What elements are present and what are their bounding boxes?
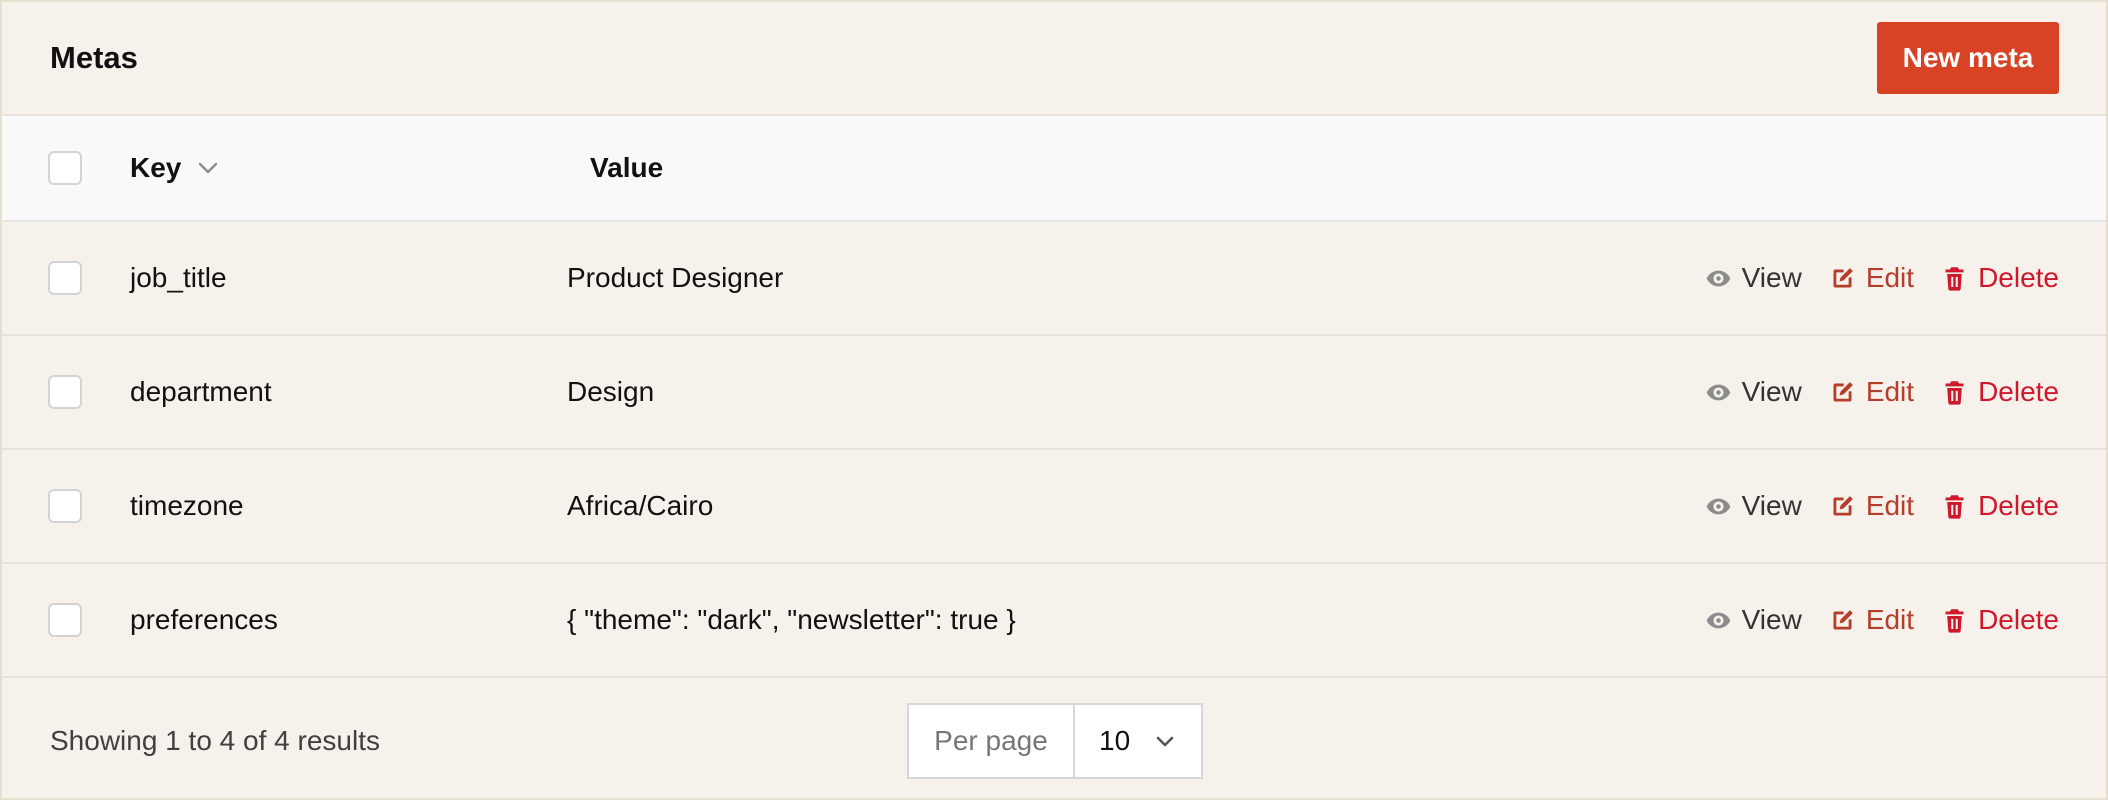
- trash-icon: [1945, 380, 1964, 405]
- edit-action[interactable]: Edit: [1829, 490, 1914, 522]
- row-value: Africa/Cairo: [567, 490, 714, 521]
- row-key: timezone: [130, 490, 244, 521]
- row-key: preferences: [130, 604, 278, 635]
- delete-action[interactable]: Delete: [1941, 262, 2059, 294]
- trash-icon: [1945, 266, 1964, 291]
- value-column-header: Value: [590, 152, 664, 183]
- edit-action-label: Edit: [1865, 490, 1915, 521]
- row-value: Design: [567, 376, 655, 407]
- row-checkbox[interactable]: [48, 489, 82, 523]
- edit-icon: [1833, 495, 1853, 515]
- eye-icon: [1706, 270, 1730, 286]
- edit-action-label: Edit: [1865, 604, 1915, 635]
- delete-action-label: Delete: [1978, 490, 2059, 521]
- per-page-control: Per page 10: [907, 703, 1203, 779]
- trash-icon: [1945, 608, 1964, 633]
- row-actions: View Edit Delete: [1705, 376, 2059, 408]
- metas-panel: Metas New meta Key Value job_title Produ…: [0, 0, 2108, 800]
- view-action-label: View: [1741, 376, 1802, 407]
- row-value: { "theme": "dark", "newsletter": true }: [567, 604, 1016, 635]
- delete-action-label: Delete: [1978, 262, 2059, 293]
- view-action[interactable]: View: [1705, 376, 1802, 408]
- row-checkbox[interactable]: [48, 375, 82, 409]
- new-meta-button[interactable]: New meta: [1877, 22, 2059, 94]
- row-key: job_title: [130, 262, 227, 293]
- table-row: preferences { "theme": "dark", "newslett…: [2, 564, 2106, 678]
- select-all-checkbox[interactable]: [48, 151, 82, 185]
- edit-action[interactable]: Edit: [1829, 262, 1914, 294]
- eye-icon: [1706, 498, 1730, 514]
- edit-action[interactable]: Edit: [1829, 376, 1914, 408]
- table-row: timezone Africa/Cairo View Edit Delete: [2, 450, 2106, 564]
- eye-icon: [1706, 384, 1730, 400]
- edit-icon: [1833, 609, 1853, 629]
- panel-header: Metas New meta: [2, 2, 2106, 116]
- eye-icon: [1706, 612, 1730, 628]
- results-summary: Showing 1 to 4 of 4 results: [50, 725, 380, 756]
- row-actions: View Edit Delete: [1705, 604, 2059, 636]
- table-row: job_title Product Designer View Edit Del…: [2, 222, 2106, 336]
- per-page-value: 10: [1099, 725, 1131, 756]
- chevron-down-icon: [199, 162, 218, 174]
- view-action[interactable]: View: [1705, 262, 1802, 294]
- per-page-label: Per page: [909, 705, 1075, 777]
- delete-action-label: Delete: [1978, 376, 2059, 407]
- per-page-select[interactable]: 10: [1075, 705, 1201, 777]
- row-checkbox[interactable]: [48, 603, 82, 637]
- row-checkbox[interactable]: [48, 261, 82, 295]
- key-column-header[interactable]: Key: [130, 152, 220, 184]
- view-action[interactable]: View: [1705, 604, 1802, 636]
- view-action-label: View: [1741, 490, 1802, 521]
- edit-icon: [1833, 267, 1853, 287]
- page-title: Metas: [50, 40, 138, 75]
- key-column-label: Key: [130, 152, 182, 183]
- edit-action[interactable]: Edit: [1829, 604, 1914, 636]
- chevron-down-icon: [1156, 736, 1174, 747]
- view-action[interactable]: View: [1705, 490, 1802, 522]
- table-footer: Showing 1 to 4 of 4 results Per page 10: [2, 678, 2106, 798]
- table-header-row: Key Value: [2, 116, 2106, 222]
- row-actions: View Edit Delete: [1705, 490, 2059, 522]
- row-actions: View Edit Delete: [1705, 262, 2059, 294]
- delete-action-label: Delete: [1978, 604, 2059, 635]
- view-action-label: View: [1741, 604, 1802, 635]
- edit-action-label: Edit: [1865, 262, 1915, 293]
- view-action-label: View: [1741, 262, 1802, 293]
- edit-icon: [1833, 381, 1853, 401]
- edit-action-label: Edit: [1865, 376, 1915, 407]
- row-value: Product Designer: [567, 262, 784, 293]
- trash-icon: [1945, 494, 1964, 519]
- row-key: department: [130, 376, 272, 407]
- delete-action[interactable]: Delete: [1941, 376, 2059, 408]
- table-row: department Design View Edit Delete: [2, 336, 2106, 450]
- metas-table: Key Value job_title Product Designer Vie…: [2, 116, 2106, 678]
- delete-action[interactable]: Delete: [1941, 490, 2059, 522]
- delete-action[interactable]: Delete: [1941, 604, 2059, 636]
